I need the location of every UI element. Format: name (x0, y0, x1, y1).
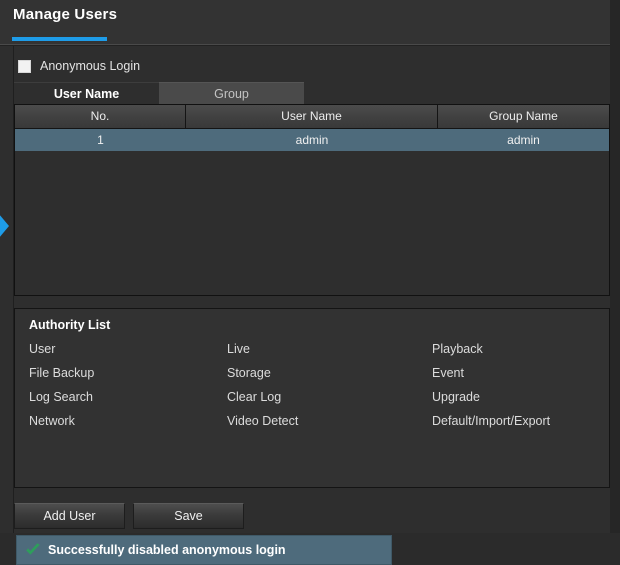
authority-item-upgrade: Upgrade (432, 390, 589, 404)
authority-list-title: Authority List (29, 318, 110, 332)
add-user-button[interactable]: Add User (14, 503, 125, 529)
save-button[interactable]: Save (133, 503, 244, 529)
authority-item-file-backup: File Backup (29, 366, 227, 380)
page-body: Anonymous Login User Name Group No. User… (0, 46, 620, 533)
user-table-header: No. User Name Group Name (15, 105, 609, 129)
authority-item-live: Live (227, 342, 432, 356)
authority-item-storage: Storage (227, 366, 432, 380)
authority-item-network: Network (29, 414, 227, 428)
tab-group[interactable]: Group (159, 82, 304, 104)
column-header-user-name: User Name (186, 105, 438, 128)
authority-item-log-search: Log Search (29, 390, 227, 404)
table-row[interactable]: 1 admin admin (15, 129, 609, 151)
cell-user-name: admin (186, 129, 438, 151)
left-panel-divider (13, 46, 14, 533)
anonymous-login-checkbox[interactable] (18, 60, 31, 73)
right-edge-strip (610, 0, 620, 533)
anonymous-login-row[interactable]: Anonymous Login (18, 59, 140, 73)
authority-list-grid: User Live Playback File Backup Storage E… (29, 342, 589, 428)
chevron-right-icon[interactable] (0, 206, 10, 246)
cell-group-name: admin (438, 129, 609, 151)
column-header-no: No. (15, 105, 186, 128)
user-table: No. User Name Group Name 1 admin admin (14, 104, 610, 296)
authority-item-default-import-export: Default/Import/Export (432, 414, 589, 428)
check-icon (24, 541, 42, 559)
authority-item-event: Event (432, 366, 589, 380)
authority-item-playback: Playback (432, 342, 589, 356)
page-header: Manage Users (0, 0, 620, 44)
authority-list-panel: Authority List User Live Playback File B… (14, 308, 610, 488)
status-toast-message: Successfully disabled anonymous login (48, 543, 286, 557)
authority-item-video-detect: Video Detect (227, 414, 432, 428)
title-accent-underline (12, 37, 107, 41)
tab-user-name[interactable]: User Name (14, 82, 159, 104)
column-header-group-name: Group Name (438, 105, 609, 128)
manage-users-page: Manage Users Anonymous Login User Name G… (0, 0, 620, 533)
authority-item-user: User (29, 342, 227, 356)
status-toast: Successfully disabled anonymous login (16, 535, 392, 565)
user-group-tabs: User Name Group (14, 82, 304, 104)
authority-item-clear-log: Clear Log (227, 390, 432, 404)
cell-no: 1 (15, 129, 186, 151)
anonymous-login-label: Anonymous Login (40, 59, 140, 73)
page-title: Manage Users (13, 6, 117, 23)
action-button-row: Add User Save (14, 503, 244, 529)
